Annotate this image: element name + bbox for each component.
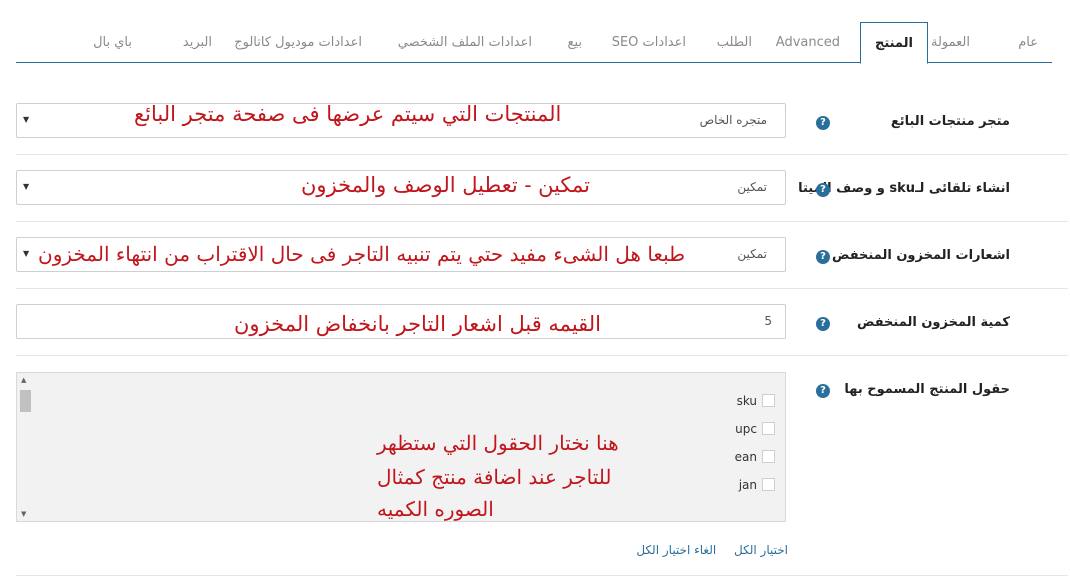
field-name: ean — [734, 450, 757, 464]
deselect-all-link[interactable]: الغاء اختيار الكل — [636, 543, 716, 557]
row-auto-sku: انشاء تلقائى لـsku و وصف الميتا ? ▼ تمكي… — [16, 155, 1068, 222]
select-all-link[interactable]: اختيار الكل — [734, 543, 788, 557]
settings-tabs: عام العمولة المنتج Advanced الطلب اعدادا… — [16, 0, 1052, 64]
question-circle-icon[interactable]: ? — [816, 317, 830, 331]
annotation-allowed-fields-line1: هنا نختار الحقول التي ستظهر — [377, 431, 619, 455]
question-circle-icon[interactable]: ? — [816, 384, 830, 398]
annotation-low-stock-notify: طبعا هل الشىء مفيد حتي يتم تنبيه التاجر … — [38, 242, 686, 266]
tab-commission[interactable]: العمولة — [931, 22, 970, 63]
allowed-fields-label: حقول المنتج المسموح بها — [844, 382, 1010, 397]
vendor-products-value: متجره الخاص — [699, 113, 767, 127]
row-low-stock-qty: كمية المخزون المنخفض ? 5 القيمه قبل اشعا… — [16, 289, 1068, 356]
row-vendor-products: متجر منتجات البائع ? ▼ متجره الخاص المنت… — [16, 88, 1068, 155]
annotation-auto-sku: تمكين - تعطيل الوصف والمخزون — [301, 173, 591, 197]
caret-down-icon: ▼ — [23, 115, 30, 124]
low-stock-notify-value: تمكين — [737, 247, 767, 261]
tab-paypal[interactable]: باي بال — [93, 22, 132, 63]
scroll-thumb[interactable] — [20, 390, 31, 412]
annotation-allowed-fields-line2: للتاجر عند اضافة منتج كمثال — [377, 465, 612, 489]
annotation-vendor-products: المنتجات التي سيتم عرضها فى صفحة متجر ال… — [134, 102, 562, 126]
vendor-products-label: متجر منتجات البائع — [890, 114, 1010, 129]
field-checkbox[interactable] — [762, 478, 775, 491]
auto-sku-value: تمكين — [737, 180, 767, 194]
caret-down-icon: ▼ — [23, 249, 30, 258]
field-name: jan — [738, 478, 757, 492]
allowed-fields-listbox[interactable]: ▲ ▼ sku upc ean jan isbn — [16, 372, 786, 522]
field-checkbox[interactable] — [762, 394, 775, 407]
tab-catalog-settings[interactable]: اعدادات موديول كاتالوج — [234, 22, 362, 63]
listbox-scrollbar[interactable]: ▲ ▼ — [17, 373, 34, 521]
field-name: sku — [736, 394, 757, 408]
tab-order[interactable]: الطلب — [717, 22, 752, 63]
row-allowed-fields: حقول المنتج المسموح بها ? ▲ ▼ sku upc ea… — [16, 356, 1068, 576]
low-stock-qty-value: 5 — [764, 314, 772, 328]
low-stock-qty-label: كمية المخزون المنخفض — [856, 315, 1010, 330]
tab-mail[interactable]: البريد — [183, 22, 212, 63]
field-checkbox[interactable] — [762, 422, 775, 435]
select-links: اختيار الكل الغاء اختيار الكل — [622, 543, 788, 557]
scroll-up-icon[interactable]: ▲ — [21, 376, 26, 384]
tab-advanced[interactable]: Advanced — [776, 22, 840, 63]
field-name: upc — [735, 422, 757, 436]
annotation-allowed-fields-line3: الصوره الكميه — [377, 497, 494, 521]
caret-down-icon: ▼ — [23, 182, 30, 191]
tab-profile-settings[interactable]: اعدادات الملف الشخصي — [398, 22, 532, 63]
field-checkbox[interactable] — [762, 450, 775, 463]
scroll-down-icon[interactable]: ▼ — [21, 510, 26, 518]
question-circle-icon[interactable]: ? — [816, 183, 830, 197]
question-circle-icon[interactable]: ? — [816, 116, 830, 130]
tab-product[interactable]: المنتج — [859, 22, 928, 64]
allowed-fields-listbox-wrapper: ▲ ▼ sku upc ean jan isbn — [16, 372, 786, 522]
question-circle-icon[interactable]: ? — [816, 250, 830, 264]
low-stock-notify-label: اشعارات المخزون المنخفض — [831, 248, 1010, 263]
tab-sell[interactable]: بيع — [568, 22, 582, 63]
tab-general[interactable]: عام — [1018, 22, 1038, 63]
annotation-low-stock-qty: القيمه قبل اشعار التاجر بانخفاض المخزون — [234, 312, 602, 336]
tab-seo[interactable]: اعدادات SEO — [612, 22, 686, 63]
row-low-stock-notify: اشعارات المخزون المنخفض ? ▼ تمكين طبعا ه… — [16, 222, 1068, 289]
